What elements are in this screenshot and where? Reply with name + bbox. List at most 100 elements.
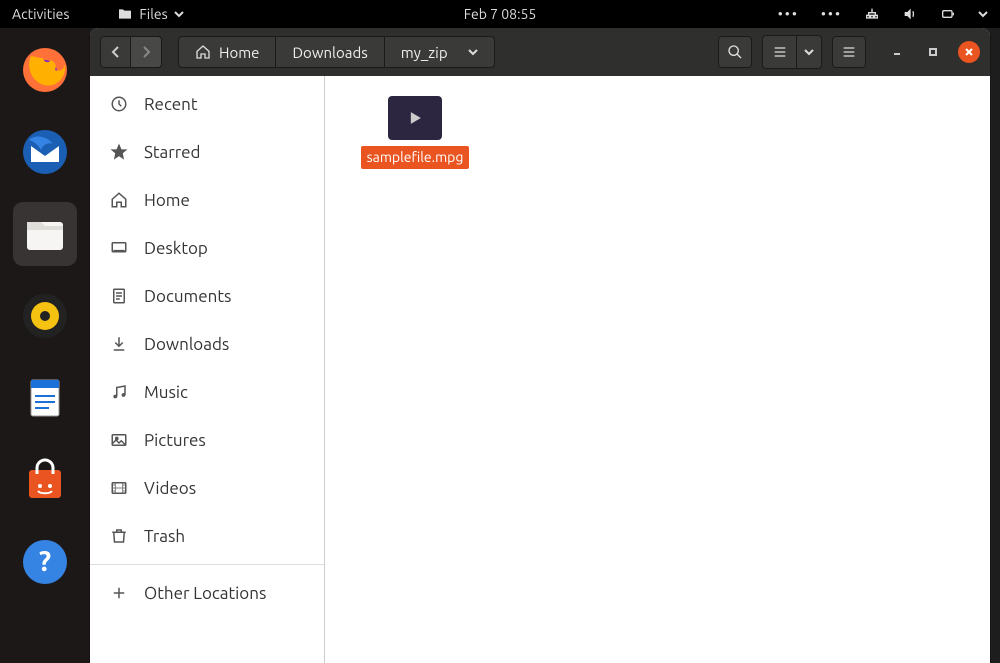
play-icon bbox=[405, 108, 425, 128]
chevron-down-icon[interactable] bbox=[978, 9, 988, 19]
gnome-topbar: Activities Files Feb 7 08:55 ••• ••• bbox=[0, 0, 1000, 28]
tray-icon[interactable]: ••• bbox=[778, 6, 799, 22]
files-icon bbox=[21, 210, 69, 258]
path-home[interactable]: Home bbox=[178, 36, 276, 68]
home-icon bbox=[195, 44, 211, 60]
chevron-down-icon bbox=[174, 9, 184, 19]
plus-icon bbox=[110, 584, 128, 602]
chevron-down-icon bbox=[468, 47, 478, 57]
pathbar: Home Downloads my_zip bbox=[172, 36, 495, 68]
sidebar-item-downloads[interactable]: Downloads bbox=[90, 320, 324, 368]
music-icon bbox=[110, 383, 128, 401]
minimize-icon bbox=[892, 47, 902, 57]
sidebar-label: Pictures bbox=[144, 431, 206, 450]
file-grid[interactable]: samplefile.mpg bbox=[325, 76, 990, 663]
path-current[interactable]: my_zip bbox=[384, 36, 495, 68]
dock-thunderbird[interactable] bbox=[13, 120, 77, 184]
dock-help[interactable]: ? bbox=[13, 530, 77, 594]
volume-icon[interactable] bbox=[902, 6, 918, 22]
documents-icon bbox=[110, 287, 128, 305]
sidebar-label: Recent bbox=[144, 95, 198, 114]
thunderbird-icon bbox=[21, 128, 69, 176]
video-thumbnail bbox=[388, 96, 442, 140]
battery-icon[interactable] bbox=[940, 6, 956, 22]
folder-icon bbox=[117, 6, 133, 22]
window-controls bbox=[886, 41, 980, 63]
view-dropdown-button[interactable] bbox=[797, 36, 821, 68]
home-icon bbox=[110, 191, 128, 209]
dock-firefox[interactable] bbox=[13, 38, 77, 102]
file-item[interactable]: samplefile.mpg bbox=[365, 96, 465, 169]
app-menu[interactable]: Files bbox=[117, 6, 183, 22]
hamburger-button[interactable] bbox=[832, 36, 866, 68]
tray-icon[interactable]: ••• bbox=[821, 6, 842, 22]
path-current-label: my_zip bbox=[401, 44, 448, 61]
sidebar-item-other[interactable]: Other Locations bbox=[90, 569, 324, 617]
chevron-left-icon bbox=[110, 46, 122, 58]
dock-rhythmbox[interactable] bbox=[13, 284, 77, 348]
nav-button-group bbox=[100, 36, 162, 68]
sidebar-label: Home bbox=[144, 191, 190, 210]
sidebar-label: Desktop bbox=[144, 239, 208, 258]
shopping-bag-icon bbox=[21, 456, 69, 504]
videos-icon bbox=[110, 479, 128, 497]
path-home-label: Home bbox=[219, 44, 259, 61]
app-menu-label: Files bbox=[139, 6, 167, 22]
search-icon bbox=[727, 44, 743, 60]
back-button[interactable] bbox=[101, 37, 131, 67]
forward-button[interactable] bbox=[131, 37, 161, 67]
svg-text:?: ? bbox=[39, 546, 51, 577]
window-body: Recent Starred Home Desktop Documents Do… bbox=[90, 76, 990, 663]
headerbar: Home Downloads my_zip bbox=[90, 28, 990, 76]
downloads-icon bbox=[110, 335, 128, 353]
sidebar-label: Documents bbox=[144, 287, 231, 306]
close-button[interactable] bbox=[958, 41, 980, 63]
document-icon bbox=[21, 374, 69, 422]
sidebar-item-trash[interactable]: Trash bbox=[90, 512, 324, 560]
maximize-icon bbox=[928, 47, 938, 57]
sidebar-item-music[interactable]: Music bbox=[90, 368, 324, 416]
sidebar-label: Trash bbox=[144, 527, 185, 546]
dock-writer[interactable] bbox=[13, 366, 77, 430]
dock-software[interactable] bbox=[13, 448, 77, 512]
desktop-icon bbox=[110, 239, 128, 257]
files-window: Home Downloads my_zip Recent Starred Hom… bbox=[90, 28, 990, 663]
sidebar-label: Music bbox=[144, 383, 188, 402]
minimize-button[interactable] bbox=[886, 41, 908, 63]
pictures-icon bbox=[110, 431, 128, 449]
sidebar-separator bbox=[90, 564, 324, 565]
places-sidebar: Recent Starred Home Desktop Documents Do… bbox=[90, 76, 325, 663]
sidebar-item-documents[interactable]: Documents bbox=[90, 272, 324, 320]
clock-icon bbox=[110, 95, 128, 113]
system-tray: ••• ••• bbox=[778, 6, 988, 22]
star-icon bbox=[110, 143, 128, 161]
menu-icon bbox=[841, 44, 857, 60]
sidebar-item-starred[interactable]: Starred bbox=[90, 128, 324, 176]
help-icon: ? bbox=[21, 538, 69, 586]
clock[interactable]: Feb 7 08:55 bbox=[464, 6, 537, 22]
sidebar-item-desktop[interactable]: Desktop bbox=[90, 224, 324, 272]
sidebar-label: Videos bbox=[144, 479, 196, 498]
dock: ? bbox=[0, 28, 90, 663]
view-button-group bbox=[762, 35, 822, 69]
dock-files[interactable] bbox=[13, 202, 77, 266]
chevron-down-icon bbox=[804, 47, 814, 57]
file-name-label: samplefile.mpg bbox=[361, 146, 470, 169]
network-icon[interactable] bbox=[864, 6, 880, 22]
search-button[interactable] bbox=[718, 36, 752, 68]
sidebar-label: Other Locations bbox=[144, 584, 266, 603]
list-icon bbox=[772, 44, 788, 60]
path-downloads[interactable]: Downloads bbox=[275, 36, 384, 68]
sidebar-item-pictures[interactable]: Pictures bbox=[90, 416, 324, 464]
maximize-button[interactable] bbox=[922, 41, 944, 63]
trash-icon bbox=[110, 527, 128, 545]
speaker-icon bbox=[21, 292, 69, 340]
sidebar-item-home[interactable]: Home bbox=[90, 176, 324, 224]
chevron-right-icon bbox=[140, 46, 152, 58]
sidebar-item-videos[interactable]: Videos bbox=[90, 464, 324, 512]
sidebar-label: Starred bbox=[144, 143, 201, 162]
activities-button[interactable]: Activities bbox=[12, 6, 69, 22]
list-view-button[interactable] bbox=[763, 36, 797, 68]
sidebar-item-recent[interactable]: Recent bbox=[90, 80, 324, 128]
close-icon bbox=[964, 47, 974, 57]
